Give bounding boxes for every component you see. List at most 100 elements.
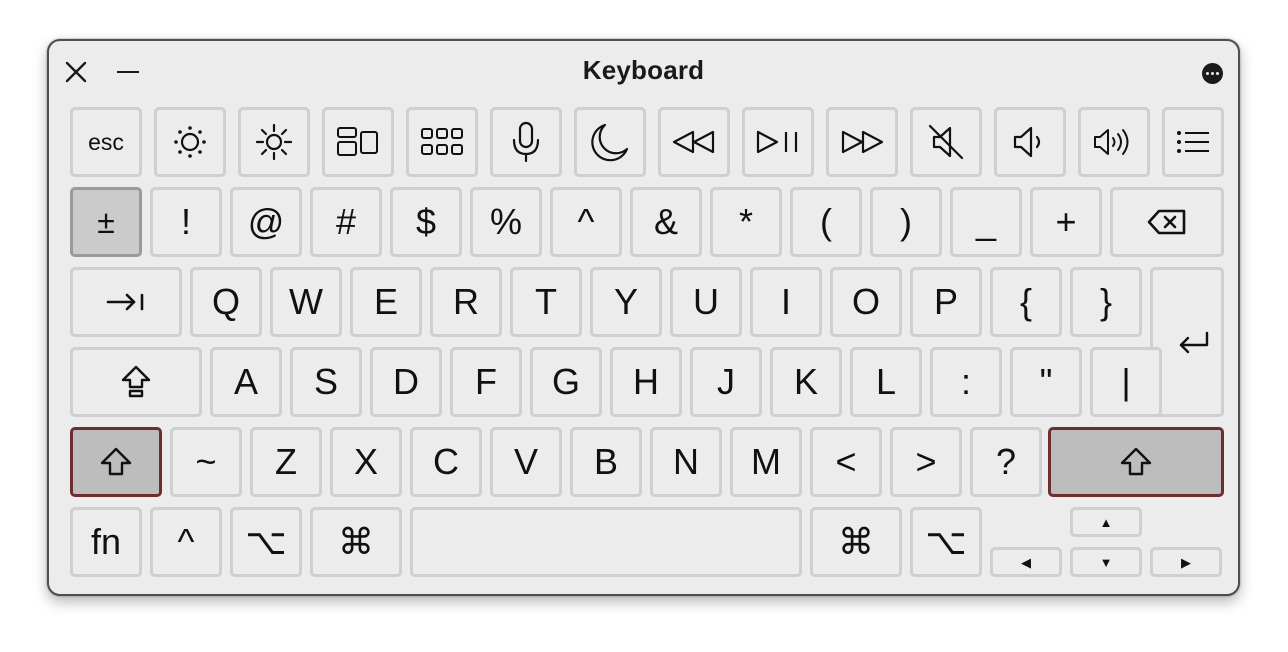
key-i[interactable]: I [750,267,822,337]
moon-icon [591,123,629,162]
fast-forward-icon [841,130,884,154]
key-arrow-up[interactable]: ▲ [1070,507,1142,537]
key-q[interactable]: Q [190,267,262,337]
key-right-brace[interactable]: } [1070,267,1142,337]
key-volume-up[interactable] [1078,107,1150,177]
key-y[interactable]: Y [590,267,662,337]
tab-icon [106,293,144,311]
brightness-up-icon [255,123,293,161]
key-tab[interactable] [70,267,182,337]
shift-icon [1120,447,1152,476]
key-arrow-left[interactable]: ◀ [990,547,1062,577]
key-ampersand[interactable]: & [630,187,702,257]
key-dollar[interactable]: $ [390,187,462,257]
key-tilde[interactable]: ~ [170,427,242,497]
key-colon[interactable]: : [930,347,1002,417]
key-x[interactable]: X [330,427,402,497]
key-hash[interactable]: # [310,187,382,257]
rewind-icon [672,130,715,154]
play-pause-icon [756,130,798,154]
key-caps-lock[interactable] [70,347,202,417]
key-w[interactable]: W [270,267,342,337]
key-fn[interactable]: fn [70,507,142,577]
key-s[interactable]: S [290,347,362,417]
key-f[interactable]: F [450,347,522,417]
key-right-option[interactable]: ⌥ [910,507,982,577]
key-u[interactable]: U [670,267,742,337]
key-plus-minus[interactable]: ± [70,187,142,257]
key-a[interactable]: A [210,347,282,417]
key-control[interactable]: ^ [150,507,222,577]
key-arrow-right[interactable]: ▶ [1150,547,1222,577]
volume-up-icon [1094,129,1129,155]
ellipsis-circle-icon[interactable] [1202,63,1223,84]
key-left-brace[interactable]: { [990,267,1062,337]
key-z[interactable]: Z [250,427,322,497]
key-p[interactable]: P [910,267,982,337]
list-icon [1177,131,1209,153]
key-command[interactable]: ⌘ [310,507,402,577]
key-previous-track[interactable] [658,107,730,177]
return-icon [1179,331,1209,354]
key-r[interactable]: R [430,267,502,337]
key-right-paren[interactable]: ) [870,187,942,257]
key-mute[interactable] [910,107,982,177]
key-focus[interactable] [574,107,646,177]
key-k[interactable]: K [770,347,842,417]
key-o[interactable]: O [830,267,902,337]
key-m[interactable]: M [730,427,802,497]
key-right-shift[interactable] [1048,427,1224,497]
key-play-pause[interactable] [742,107,814,177]
microphone-icon [512,121,540,163]
key-esc[interactable]: esc [70,107,142,177]
key-asterisk[interactable]: * [710,187,782,257]
key-plus[interactable]: + [1030,187,1102,257]
key-caret[interactable]: ^ [550,187,622,257]
key-e[interactable]: E [350,267,422,337]
key-delete[interactable] [1110,187,1224,257]
key-brightness-down[interactable] [154,107,226,177]
key-left-shift[interactable] [70,427,162,497]
caps-lock-icon [121,365,151,398]
key-c[interactable]: C [410,427,482,497]
launchpad-icon [421,128,463,155]
key-greater-than[interactable]: > [890,427,962,497]
key-option[interactable]: ⌥ [230,507,302,577]
key-at[interactable]: @ [230,187,302,257]
key-launchpad[interactable] [406,107,478,177]
key-underscore[interactable]: _ [950,187,1022,257]
key-list[interactable] [1162,107,1224,177]
key-n[interactable]: N [650,427,722,497]
key-right-command[interactable]: ⌘ [810,507,902,577]
key-double-quote[interactable]: " [1010,347,1082,417]
key-space[interactable] [410,507,802,577]
key-brightness-up[interactable] [238,107,310,177]
key-exclamation[interactable]: ! [150,187,222,257]
key-left-paren[interactable]: ( [790,187,862,257]
mission-control-icon [337,127,378,156]
key-l[interactable]: L [850,347,922,417]
key-pipe[interactable]: | [1090,347,1162,417]
key-question[interactable]: ? [970,427,1042,497]
key-v[interactable]: V [490,427,562,497]
brightness-down-icon [174,126,206,158]
key-dictation[interactable] [490,107,562,177]
key-t[interactable]: T [510,267,582,337]
window-title: Keyboard [582,55,705,85]
shift-icon [100,447,132,476]
key-g[interactable]: G [530,347,602,417]
key-next-track[interactable] [826,107,898,177]
key-d[interactable]: D [370,347,442,417]
key-j[interactable]: J [690,347,762,417]
key-volume-down[interactable] [994,107,1066,177]
key-arrow-down[interactable]: ▼ [1070,547,1142,577]
mute-icon [928,124,964,160]
key-b[interactable]: B [570,427,642,497]
key-less-than[interactable]: < [810,427,882,497]
key-h[interactable]: H [610,347,682,417]
key-mission-control[interactable] [322,107,394,177]
volume-down-icon [1013,126,1041,158]
keyboard-viewer-window: Keyboard esc ± ! @ # $ % ^ & * () _ + Q… [47,39,1240,596]
key-percent[interactable]: % [470,187,542,257]
delete-backward-icon [1147,209,1186,235]
